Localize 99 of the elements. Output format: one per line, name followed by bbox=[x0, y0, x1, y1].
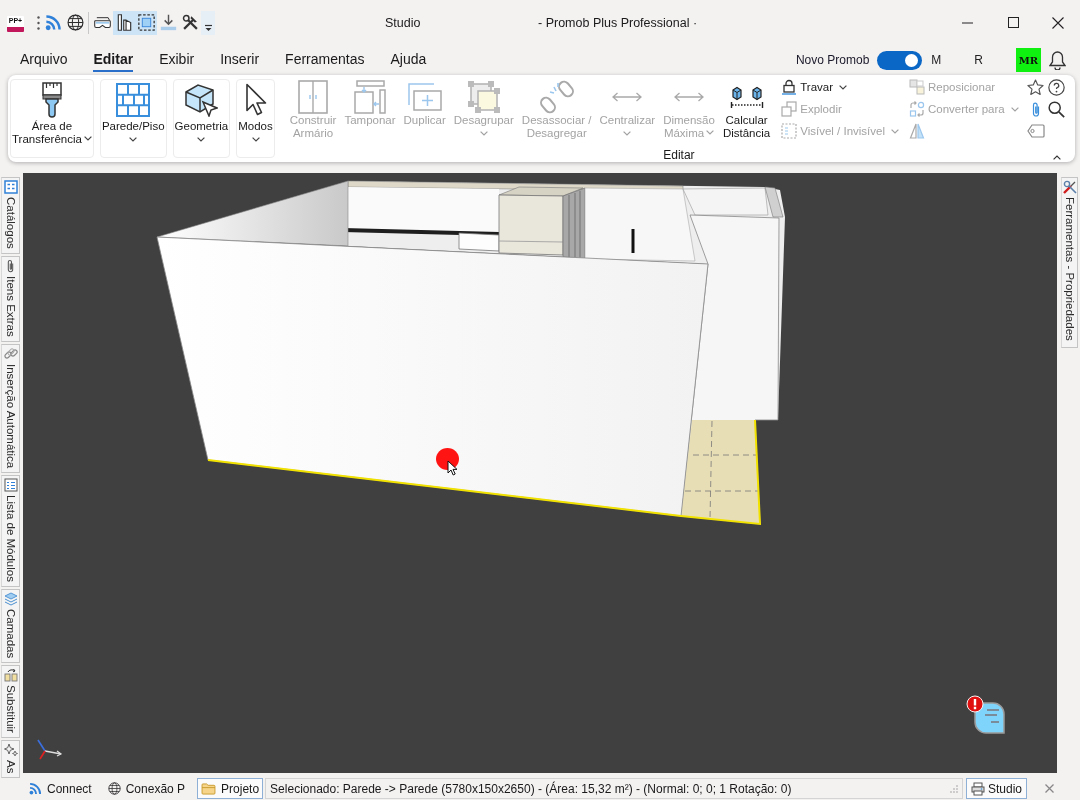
lock-button[interactable]: Travar bbox=[779, 76, 901, 98]
star-icon[interactable] bbox=[1027, 78, 1044, 96]
panel-tab[interactable]: Projeto bbox=[197, 778, 264, 799]
ribbon-tab[interactable]: Inserir bbox=[207, 48, 273, 72]
side-panel-tab[interactable]: Lista de Módulos bbox=[1, 474, 20, 587]
cubes-distance-icon bbox=[729, 85, 764, 109]
caret-icon bbox=[197, 137, 206, 142]
geometry-button[interactable]: Geometria bbox=[172, 79, 231, 158]
paintbrush-icon bbox=[39, 82, 64, 118]
3d-viewport[interactable] bbox=[23, 173, 1057, 773]
dashed-frame-icon bbox=[137, 14, 155, 31]
side-panel-tab[interactable]: Catálogos bbox=[1, 177, 20, 254]
lock-icon bbox=[781, 79, 798, 95]
paperclip-icon bbox=[6, 258, 15, 273]
window-title: Studio bbox=[385, 15, 421, 30]
note-alert-icon[interactable] bbox=[966, 695, 1006, 735]
wardrobe-icon bbox=[298, 80, 329, 114]
group-label: Editar bbox=[663, 148, 695, 162]
toolbar-overflow-button[interactable] bbox=[201, 10, 215, 35]
app-title: - Promob Plus Professional · bbox=[538, 15, 698, 30]
globe-icon bbox=[107, 782, 121, 795]
side-panel-tab[interactable]: Substituir bbox=[1, 664, 20, 738]
list-icon bbox=[3, 477, 18, 492]
mirror-icon bbox=[909, 123, 925, 139]
ribbon-tab[interactable]: Arquivo bbox=[7, 48, 81, 72]
user-name-text: M bbox=[931, 53, 942, 67]
caret-icon bbox=[623, 131, 632, 136]
dotted-frame-icon bbox=[781, 123, 798, 139]
walls-icon bbox=[115, 14, 133, 31]
tools-icon bbox=[181, 14, 199, 31]
printer-icon bbox=[970, 781, 985, 796]
user-name-text: R bbox=[974, 53, 983, 67]
panel-tab[interactable]: Conexão P bbox=[103, 778, 190, 799]
goggles-icon bbox=[93, 14, 111, 31]
minimize-icon[interactable] bbox=[961, 21, 973, 24]
clipboard-button[interactable]: Área de Transferência bbox=[10, 79, 94, 158]
caret-icon bbox=[891, 128, 899, 134]
paperclip-icon[interactable] bbox=[1030, 100, 1041, 118]
toggle-label: Novo Promob bbox=[795, 53, 870, 67]
caret-icon bbox=[83, 136, 92, 141]
caret-icon bbox=[1010, 106, 1019, 112]
ribbon-tab[interactable]: Ajuda bbox=[377, 48, 440, 72]
side-panel-tab[interactable]: Camadas bbox=[1, 588, 20, 663]
search-icon[interactable] bbox=[1048, 100, 1065, 118]
rss-feed-icon bbox=[44, 14, 62, 31]
status-message: Selecionado: Parede -> Parede (5780x150x2650) - (Área: 15,32 m²) - (Normal: 0; 0; 1 Rotação: 0) bbox=[270, 781, 792, 796]
side-panel-tab[interactable]: Inserção Automática bbox=[1, 343, 20, 473]
boxes-icon bbox=[909, 79, 925, 95]
rss-feed-icon bbox=[29, 782, 42, 795]
tag-icon[interactable] bbox=[1026, 124, 1045, 138]
walls-button[interactable] bbox=[113, 10, 135, 35]
measure-distance-button[interactable]: Calcular Distância bbox=[719, 79, 774, 148]
brick-wall-icon bbox=[116, 83, 151, 117]
globe-icon bbox=[66, 14, 84, 31]
side-panel-tab[interactable]: Itens Extras bbox=[1, 255, 20, 342]
stacked-boxes-icon bbox=[781, 101, 798, 117]
duplicate-icon bbox=[407, 83, 442, 111]
toggle-switch[interactable] bbox=[877, 50, 923, 70]
axes-icon bbox=[35, 737, 63, 761]
maximize-icon[interactable] bbox=[1007, 17, 1019, 28]
caret-icon bbox=[839, 84, 848, 90]
caret-icon bbox=[479, 131, 488, 136]
catalog-icon bbox=[3, 180, 18, 194]
ungroup-icon bbox=[466, 80, 501, 114]
double-arrow-icon bbox=[612, 92, 643, 102]
folder-icon bbox=[201, 782, 217, 795]
mouse-pointer-icon bbox=[447, 460, 458, 476]
download-icon bbox=[159, 14, 177, 31]
caret-icon bbox=[706, 130, 715, 135]
resize-grip-icon[interactable] bbox=[949, 784, 958, 793]
sparkle-icon bbox=[3, 742, 18, 757]
user-avatar[interactable]: MR bbox=[1016, 48, 1041, 72]
bell-icon[interactable] bbox=[1049, 50, 1066, 70]
caret-icon bbox=[129, 137, 138, 142]
ribbon-tab[interactable]: Ferramentas bbox=[272, 48, 378, 72]
screwdriver-wrench-icon bbox=[1062, 180, 1077, 194]
dropdown-arrow-icon bbox=[203, 23, 213, 32]
broken-link-icon bbox=[539, 80, 574, 114]
close-icon[interactable] bbox=[1052, 16, 1064, 29]
double-arrow-icon bbox=[674, 92, 704, 102]
convert-arrows-icon bbox=[909, 101, 925, 117]
swap-boxes-icon bbox=[3, 667, 18, 682]
chain-icon bbox=[3, 346, 18, 361]
cursor-icon bbox=[244, 83, 267, 117]
side-panel-tab[interactable]: Ferramentas - Propriedades bbox=[1061, 177, 1078, 348]
cube-cursor-icon bbox=[184, 83, 219, 117]
layers-icon bbox=[3, 591, 18, 606]
modes-button[interactable]: Modos bbox=[236, 79, 275, 158]
grip-icon bbox=[37, 15, 40, 30]
panel-tab[interactable]: Connect bbox=[25, 778, 96, 799]
document-tab[interactable]: Studio bbox=[965, 778, 1027, 799]
side-panel-tab[interactable]: As bbox=[1, 739, 20, 779]
wall-floor-button[interactable]: Parede/Piso bbox=[99, 79, 167, 158]
ribbon-tab[interactable]: Exibir bbox=[146, 48, 208, 72]
panel-arrows-icon bbox=[354, 80, 386, 114]
caret-icon bbox=[251, 137, 260, 142]
help-icon[interactable] bbox=[1048, 78, 1065, 96]
frame-button[interactable] bbox=[135, 10, 157, 35]
collapse-caret-icon[interactable] bbox=[1053, 154, 1061, 160]
